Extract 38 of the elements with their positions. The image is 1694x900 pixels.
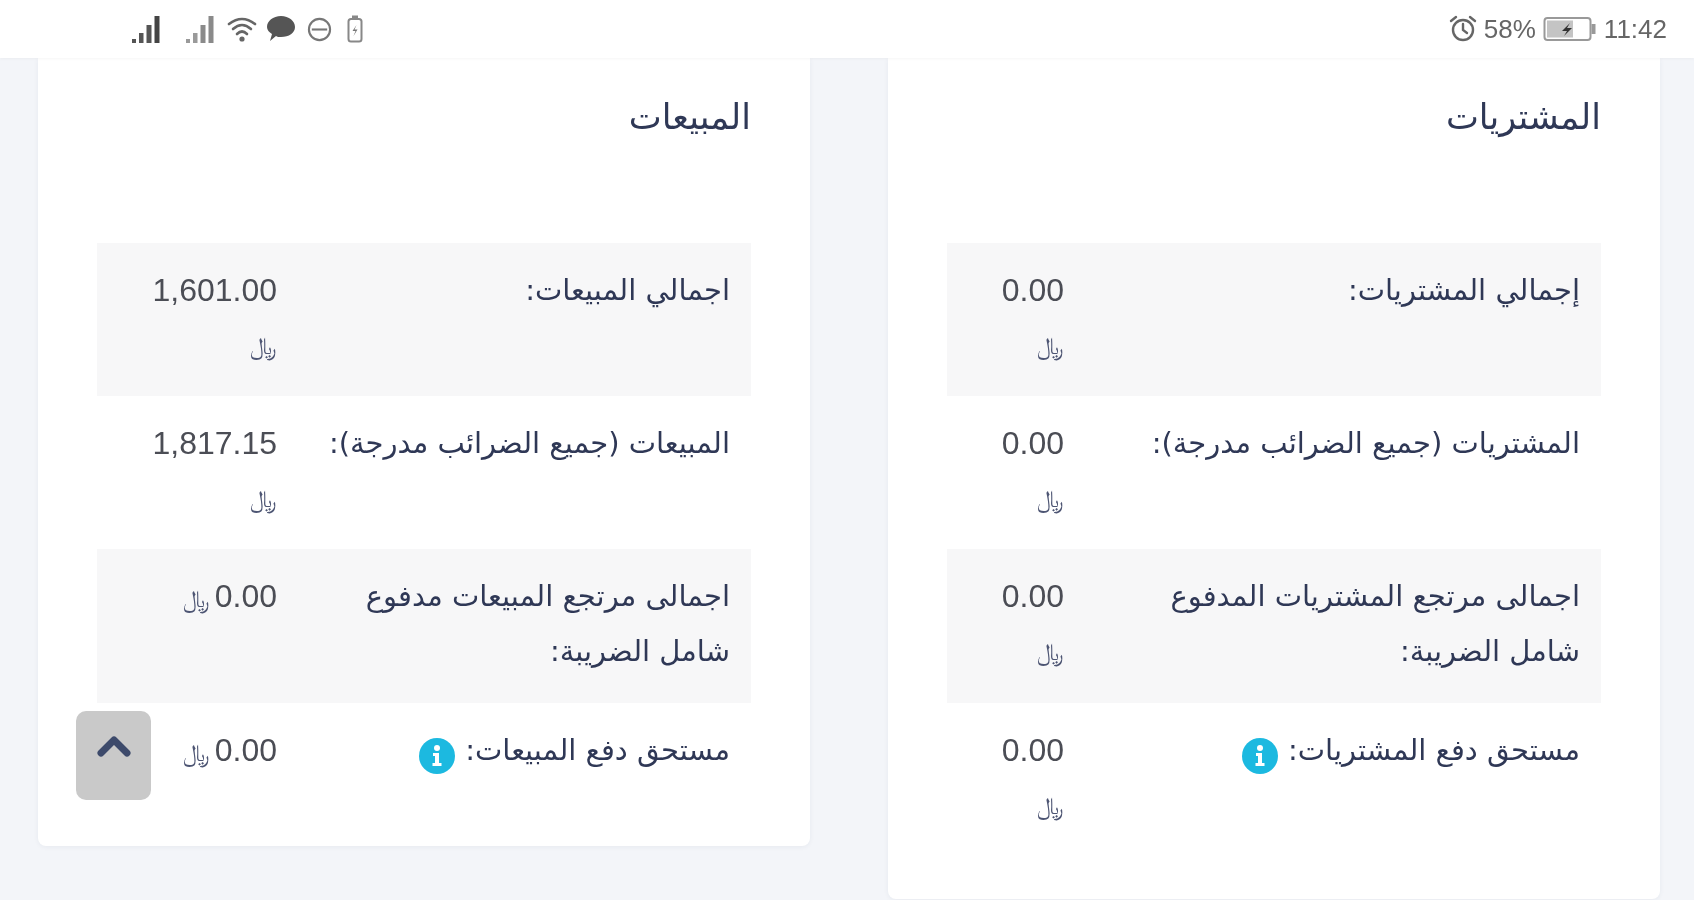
battery-percent-text: 58% [1483, 14, 1536, 44]
amount-text: 0.00 [1001, 425, 1064, 461]
amount-text: 0.00 [1001, 732, 1064, 768]
chevron-up-icon [95, 734, 132, 757]
amount-text: 0.00 [214, 732, 277, 768]
row-label: إجمالي المشتريات: [1347, 273, 1580, 307]
row-label: مستحق دفع المبيعات: [465, 733, 730, 767]
info-icon[interactable] [419, 737, 456, 774]
minus-circle-icon [307, 16, 332, 42]
row-label: اجمالي المبيعات: [525, 273, 730, 307]
card-title: المبيعات [627, 96, 751, 139]
clock-time-text: 11:42 [1603, 14, 1667, 44]
chat-bubble-icon [266, 15, 296, 43]
currency-text: ﷼ [1037, 792, 1064, 820]
row-label: مستحق دفع المشتريات: [1288, 733, 1580, 767]
scroll-to-top-button[interactable] [76, 711, 151, 800]
row-label: اجمالى مرتجع المبيعات مدفوع شامل الضريبة: [365, 579, 730, 668]
currency-text: ﷼ [183, 585, 211, 613]
currency-text: ﷼ [250, 485, 277, 513]
info-icon[interactable] [1242, 737, 1279, 774]
amount-text: 0.00 [1001, 272, 1064, 308]
card-title: المشتريات [1444, 96, 1601, 139]
currency-text: ﷼ [1037, 332, 1064, 360]
row-label: المبيعات (جميع الضرائب مدرجة): [328, 426, 730, 460]
row-label: المشتريات (جميع الضرائب مدرجة): [1151, 426, 1580, 460]
battery-icon [1542, 16, 1597, 42]
currency-text: ﷼ [1037, 485, 1064, 513]
row-label: اجمالى مرتجع المشتريات المدفوع شامل الضريبة: [1170, 579, 1580, 668]
amount-text: 0.00 [214, 578, 277, 614]
amount-text: 1,601.00 [152, 272, 277, 308]
currency-text: ﷼ [183, 739, 211, 767]
currency-text: ﷼ [1037, 638, 1064, 666]
amount-text: 0.00 [1001, 578, 1064, 614]
amount-text: 1,817.15 [152, 425, 277, 461]
currency-text: ﷼ [250, 332, 277, 360]
alarm-clock-icon [1448, 15, 1477, 43]
wifi-icon [227, 15, 257, 43]
battery-icon [347, 15, 363, 43]
